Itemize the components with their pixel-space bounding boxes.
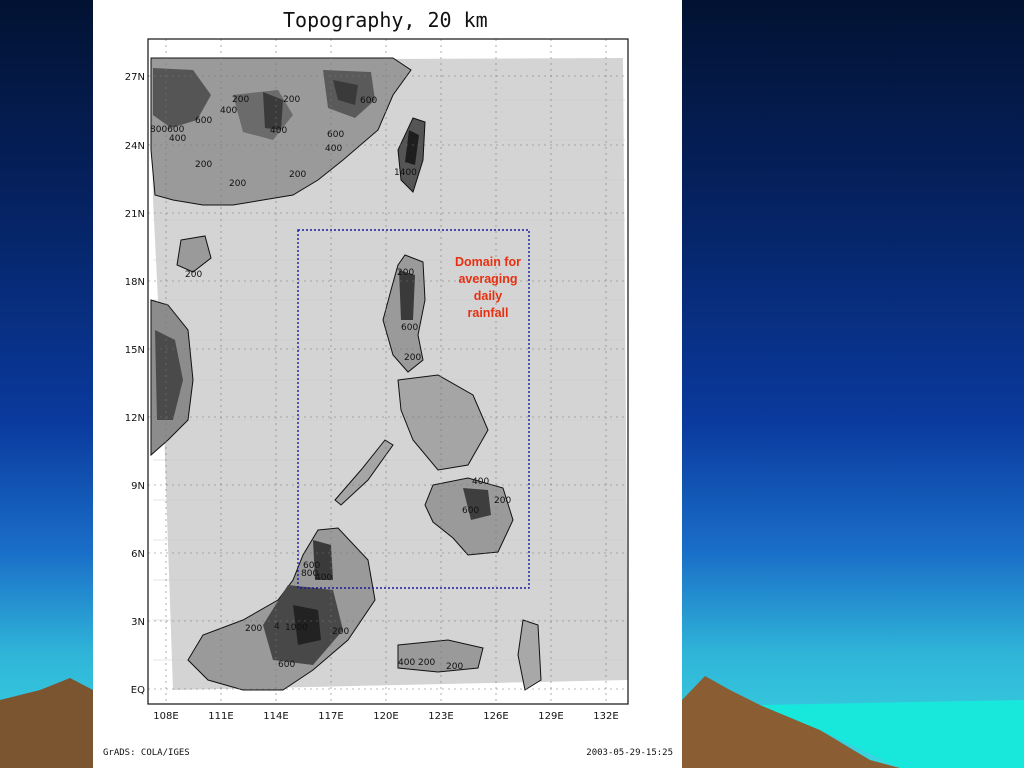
contour-label: 400 (325, 144, 342, 154)
annotation-line: rainfall (467, 306, 509, 320)
contour-label: 400 (169, 134, 186, 144)
mountain-left (0, 678, 93, 768)
contour-label: 200 (446, 662, 463, 672)
contour-label: 4 (274, 622, 280, 632)
lat-tick-label: 12N (125, 413, 145, 424)
contour-label: 200 (232, 95, 249, 105)
contour-label: 400 (398, 658, 415, 668)
lat-tick-label: 21N (125, 209, 145, 220)
footer-credit: GrADS: COLA/IGES (103, 748, 190, 758)
contour-label: 600 (327, 130, 344, 140)
contour-label: 200 (418, 658, 435, 668)
contour-label: 200 (283, 95, 300, 105)
longitude-axis: 108E 111E 114E 117E 120E 123E 126E 129E … (153, 711, 618, 722)
contour-label: 600 (462, 506, 479, 516)
lat-tick-label: 27N (125, 72, 145, 83)
annotation-line: Domain for (455, 255, 521, 269)
contour-label: 600 (278, 660, 295, 670)
lat-tick-label: 6N (131, 549, 145, 560)
topography-map: Topography, 20 km 200 600 200 400 600 80… (103, 8, 673, 758)
contour-label: 200 (404, 353, 421, 363)
contour-label: 200 (289, 170, 306, 180)
figure-panel: Topography, 20 km 200 600 200 400 600 80… (93, 0, 682, 768)
contour-label: 200 (245, 624, 262, 634)
contour-label: 600 (401, 323, 418, 333)
lon-tick-label: 108E (153, 711, 178, 722)
contour-label: 200 (229, 179, 246, 189)
contour-label: 400 (270, 126, 287, 136)
contour-label: 600 (360, 96, 377, 106)
latitude-axis: 27N 24N 21N 18N 15N 12N 9N 6N 3N EQ (125, 72, 145, 696)
contour-label: 400 (472, 477, 489, 487)
domain-annotation: Domain for averaging daily rainfall (443, 254, 533, 322)
lon-tick-label: 123E (428, 711, 453, 722)
contour-label: 200 (494, 496, 511, 506)
contour-label: 400 (220, 106, 237, 116)
contour-label: 400 (315, 573, 332, 583)
lon-tick-label: 111E (208, 711, 233, 722)
lat-tick-label: 15N (125, 345, 145, 356)
contour-label: 600 (195, 116, 212, 126)
annotation-line: daily (473, 289, 503, 303)
lon-tick-label: 126E (483, 711, 508, 722)
lat-tick-label: 9N (131, 481, 145, 492)
lon-tick-label: 114E (263, 711, 288, 722)
contour-label: 200 (195, 160, 212, 170)
footer-timestamp: 2003-05-29-15:25 (586, 748, 673, 758)
contour-label: 200 (397, 268, 414, 278)
lat-tick-label: 24N (125, 141, 145, 152)
contour-label: 1400 (394, 168, 417, 178)
contour-label: 1000 (285, 623, 308, 633)
lon-tick-label: 129E (538, 711, 563, 722)
lat-tick-label: EQ (131, 685, 145, 696)
lon-tick-label: 117E (318, 711, 343, 722)
contour-label: 200 (332, 627, 349, 637)
lat-tick-label: 18N (125, 277, 145, 288)
lat-tick-label: 3N (131, 617, 145, 628)
contour-label: 200 (185, 270, 202, 280)
map-title: Topography, 20 km (283, 8, 488, 32)
lon-tick-label: 132E (593, 711, 618, 722)
lon-tick-label: 120E (373, 711, 398, 722)
annotation-line: averaging (458, 272, 518, 286)
